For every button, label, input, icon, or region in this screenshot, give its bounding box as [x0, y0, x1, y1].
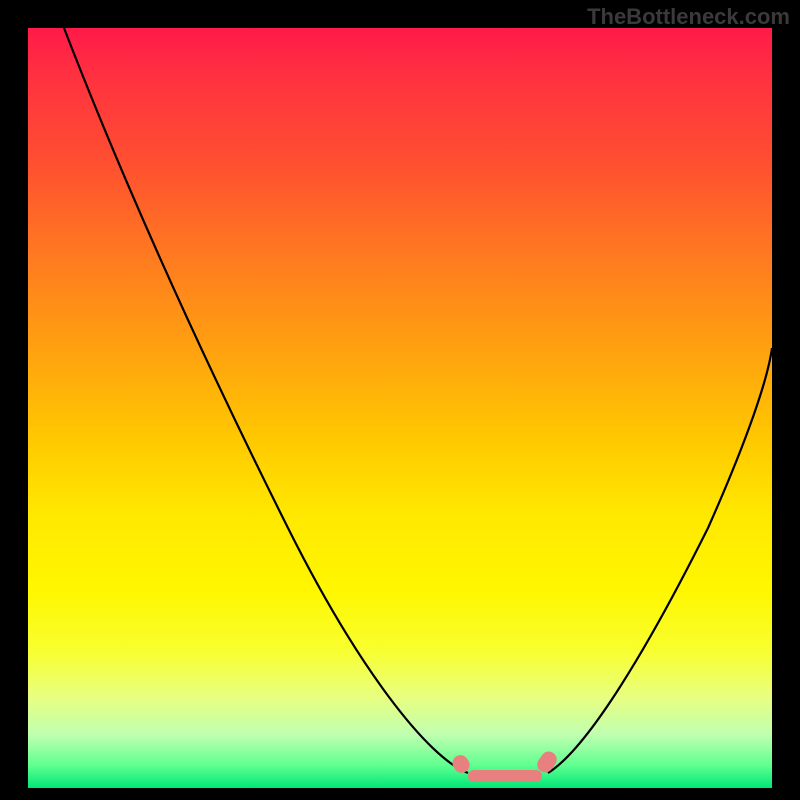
- bottleneck-curve: [28, 28, 772, 788]
- optimal-marker-mid: [468, 770, 542, 782]
- watermark-text: TheBottleneck.com: [587, 4, 790, 30]
- chart-plot-area: [28, 28, 772, 788]
